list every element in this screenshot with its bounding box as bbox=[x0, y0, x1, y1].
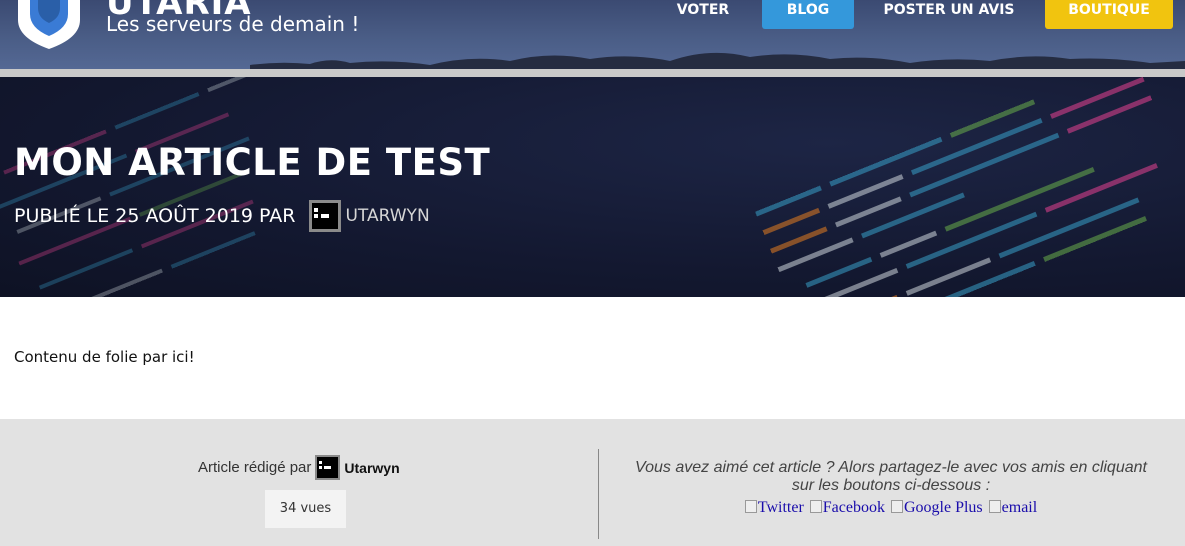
nav-separator bbox=[0, 69, 1185, 77]
author-link[interactable]: UTARWYN bbox=[345, 206, 429, 226]
article-footer: Article rédigé par Utarwyn 34 vues Vous … bbox=[0, 419, 1185, 546]
footer-author-name[interactable]: Utarwyn bbox=[344, 460, 399, 476]
footer-author-avatar[interactable] bbox=[315, 455, 341, 480]
avatar-pixel-icon bbox=[314, 208, 330, 218]
broken-image-icon bbox=[988, 500, 1001, 513]
broken-image-icon bbox=[890, 500, 903, 513]
written-by: Article rédigé par Utarwyn bbox=[198, 455, 400, 480]
author-avatar[interactable] bbox=[309, 200, 342, 232]
written-by-label: Article rédigé par bbox=[198, 459, 312, 476]
views-count: 34 vues bbox=[265, 490, 346, 528]
article-meta: PUBLIÉ LE 25 AOÛT 2019 PAR UTARWYN bbox=[14, 200, 430, 232]
nav-boutique[interactable]: BOUTIQUE bbox=[1045, 0, 1173, 29]
footer-divider bbox=[598, 449, 599, 539]
share-twitter-label: Twitter bbox=[757, 499, 804, 516]
nav-poster-avis[interactable]: POSTER UN AVIS bbox=[878, 0, 1020, 29]
avatar-pixel-icon bbox=[319, 461, 332, 469]
share-email-link[interactable]: email bbox=[988, 499, 1038, 516]
share-google-link[interactable]: Google Plus bbox=[890, 499, 983, 516]
share-twitter-link[interactable]: Twitter bbox=[744, 499, 804, 516]
share-email-label: email bbox=[1001, 499, 1038, 516]
article-hero: MON ARTICLE DE TEST PUBLIÉ LE 25 AOÛT 20… bbox=[0, 77, 1185, 297]
code-background-image bbox=[0, 77, 1158, 297]
article-content: Contenu de folie par ici! bbox=[14, 348, 195, 366]
broken-image-icon bbox=[809, 500, 822, 513]
share-prompt: Vous avez aimé cet article ? Alors parta… bbox=[635, 459, 1147, 494]
broken-image-icon bbox=[744, 500, 757, 513]
share-facebook-label: Facebook bbox=[822, 499, 885, 516]
share-google-label: Google Plus bbox=[903, 499, 983, 516]
logo-subtitle: Les serveurs de demain ! bbox=[106, 12, 360, 36]
top-navbar: UTARIA Les serveurs de demain ! VOTER BL… bbox=[0, 0, 1185, 69]
tree-silhouette bbox=[250, 52, 1185, 69]
logo-shield-icon[interactable] bbox=[14, 0, 84, 49]
published-date: PUBLIÉ LE 25 AOÛT 2019 PAR bbox=[14, 205, 296, 227]
article-title: MON ARTICLE DE TEST bbox=[14, 141, 491, 184]
nav-blog[interactable]: BLOG bbox=[762, 0, 854, 29]
share-links: Twitter Facebook Google Plus email bbox=[625, 499, 1157, 517]
nav-voter[interactable]: VOTER bbox=[668, 0, 738, 29]
share-facebook-link[interactable]: Facebook bbox=[809, 499, 885, 516]
